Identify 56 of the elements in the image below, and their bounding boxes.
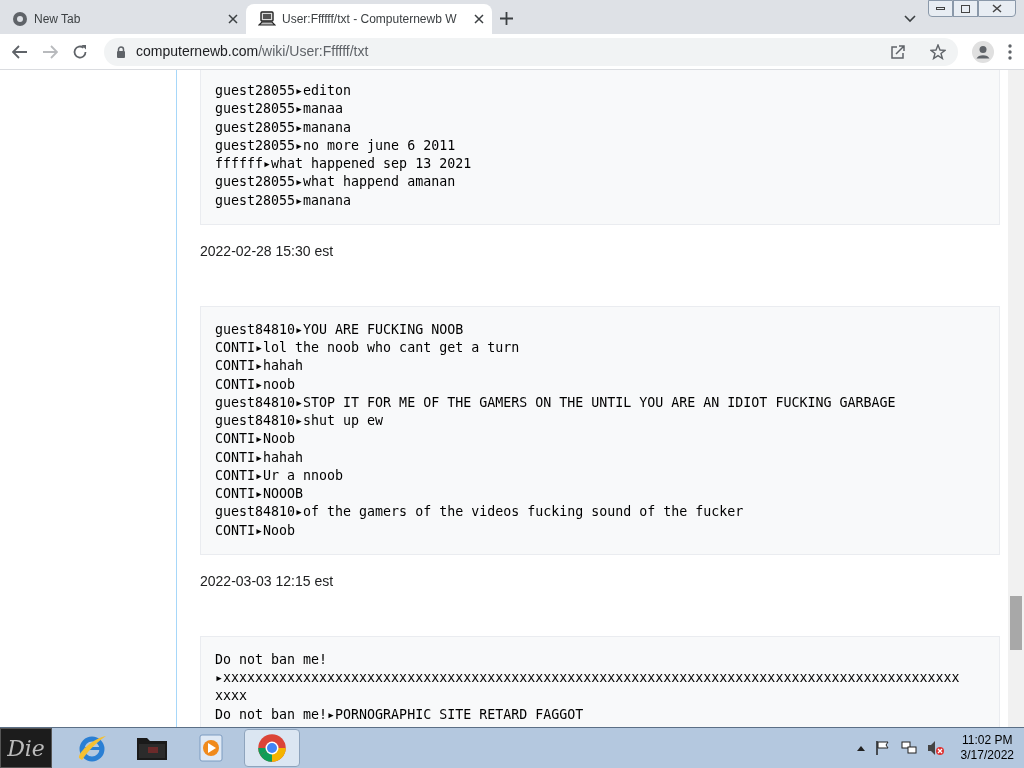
tab-title: User:Ffffff/txt - Computernewb W xyxy=(282,11,458,28)
log-line: CONTI▸hahah xyxy=(215,357,305,376)
log-line: CONTI▸hahah xyxy=(215,448,305,467)
timestamp: 2022-03-03 12:15 est xyxy=(200,571,335,591)
log-line: guest28055▸editon xyxy=(215,82,353,100)
url-text: computernewb.com/wiki/User:Ffffff/txt xyxy=(136,42,370,61)
computer-icon xyxy=(258,11,276,27)
back-icon[interactable] xyxy=(12,44,28,59)
log-line: guest28055▸manana xyxy=(215,118,353,137)
flag-icon[interactable] xyxy=(874,740,891,756)
log-line: ▸xxxxxxxxxxxxxxxxxxxxxxxxxxxxxxxxxxxxxxxxxxxxxxxxxxxxxxxxxxxxxxxxxxxxxxxxxxxxxxxxxxxxxxxxxxxxxxxx xyxy=(215,669,961,706)
timestamp: 2022-02-28 15:30 est xyxy=(200,241,335,261)
caret-up-icon[interactable] xyxy=(856,745,865,751)
log-line: guest84810▸YOU ARE FUCKING NOOB xyxy=(215,320,465,339)
log-line: Do not ban me! xyxy=(215,650,329,669)
log-line: CONTI▸NOOOB xyxy=(215,485,305,503)
chrome-icon xyxy=(257,733,287,763)
log-line: guest28055▸manaa xyxy=(215,100,345,119)
network-icon[interactable] xyxy=(900,740,917,756)
close-icon[interactable] xyxy=(474,14,484,24)
log-line: guest84810▸STOP IT FOR ME OF THE GAMERS ON THE UNTIL YOU ARE AN IDIOT FUCKING GARBAGE xyxy=(215,393,897,412)
clock-date: 3/17/2022 xyxy=(960,748,1014,763)
volume-muted-icon[interactable] xyxy=(926,740,945,756)
log-line: guest28055▸manana xyxy=(215,191,353,210)
log-line: CONTI▸lol the noob who cant get a turn xyxy=(215,339,521,357)
log-line: CONTI▸Ur a nnoob xyxy=(215,466,345,485)
browser-tab[interactable]: User:Ffffff/txt - Computernewb W xyxy=(246,4,492,34)
log-line: ffffff▸what happened sep 13 2021 xyxy=(215,155,473,173)
close-window-button[interactable] xyxy=(978,0,1016,17)
scrollbar[interactable] xyxy=(1008,70,1024,727)
log-line: guest28055▸no more june 6 2011 xyxy=(215,136,457,155)
star-icon[interactable] xyxy=(930,43,946,60)
menu-icon[interactable] xyxy=(1008,43,1012,60)
log-line: CONTI▸Noob xyxy=(215,430,297,449)
log-line: CONTI▸noob xyxy=(215,375,297,394)
profile-icon[interactable] xyxy=(972,40,994,63)
lock-icon xyxy=(116,45,126,58)
media-player-icon xyxy=(198,733,226,763)
tab-title: New Tab xyxy=(34,11,82,28)
log-line: CONTI▸Noob xyxy=(215,521,297,540)
log-line: guest28055▸what happend amanan xyxy=(215,173,457,192)
globe-icon xyxy=(12,11,28,27)
share-icon[interactable] xyxy=(890,43,906,60)
minimize-button[interactable] xyxy=(928,0,953,17)
new-tab-icon[interactable] xyxy=(500,12,513,25)
close-icon[interactable] xyxy=(228,14,238,24)
start-button[interactable]: Die xyxy=(0,728,52,768)
close-icon xyxy=(992,4,1002,13)
restore-button[interactable] xyxy=(953,0,978,17)
reload-icon[interactable] xyxy=(72,43,88,60)
log-line: guest84810▸shut up ew xyxy=(215,412,385,430)
clock-time: 11:02 PM xyxy=(962,733,1013,748)
address-bar[interactable]: computernewb.com/wiki/User:Ffffff/txt xyxy=(104,37,958,66)
log-line: Do not ban me!▸PORNOGRAPHIC SITE RETARD FAGGOT xyxy=(215,705,585,724)
chevron-down-icon[interactable] xyxy=(904,15,916,23)
log-line: guest84810▸of the gamers of the videos fucking sound of the fucker xyxy=(215,503,745,522)
